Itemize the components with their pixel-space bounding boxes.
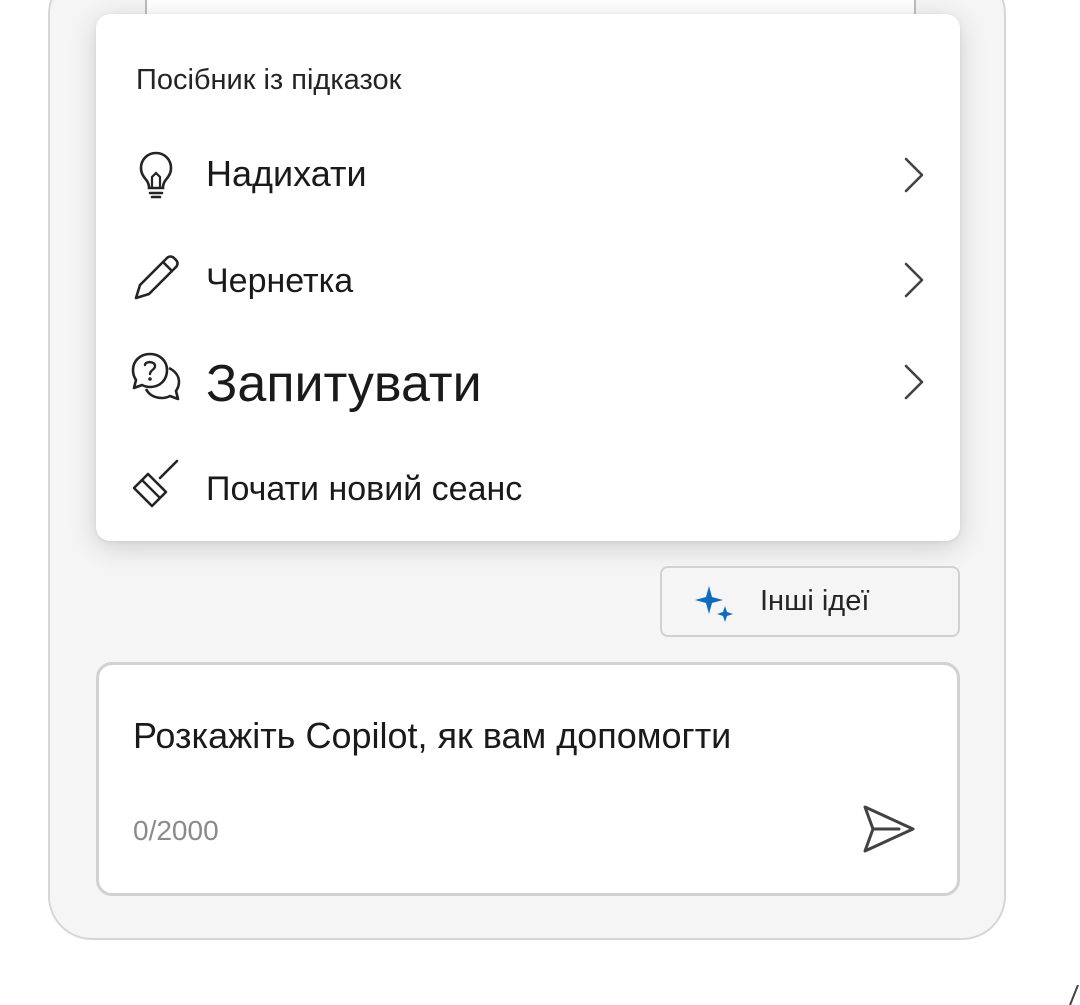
menu-item-inspire[interactable]: Надихати bbox=[96, 129, 960, 219]
menu-item-new-session[interactable]: Почати новий сеанс bbox=[96, 442, 960, 532]
pencil-icon bbox=[134, 255, 179, 300]
prompt-guide-menu: Посібник із підказок Надихати Чернетка З… bbox=[96, 14, 960, 541]
menu-item-ask[interactable]: Запитувати bbox=[96, 336, 960, 426]
chevron-right-icon bbox=[904, 364, 924, 400]
chevron-right-icon bbox=[904, 157, 924, 193]
character-counter: 0/2000 bbox=[133, 815, 219, 846]
more-ideas-button[interactable]: Інші ідеї bbox=[660, 566, 960, 637]
sparkle-icon bbox=[695, 586, 733, 622]
chevron-right-icon bbox=[904, 262, 924, 298]
broom-icon bbox=[132, 459, 179, 508]
menu-item-label: Чернетка bbox=[206, 262, 354, 300]
lightbulb-icon bbox=[139, 151, 173, 199]
menu-item-label: Надихати bbox=[206, 153, 367, 194]
menu-item-label: Почати новий сеанс bbox=[206, 470, 523, 508]
more-ideas-label: Інші ідеї bbox=[760, 585, 870, 617]
send-icon[interactable] bbox=[859, 801, 919, 857]
chat-composer[interactable]: Розкажіть Copilot, як вам допомогти 0/20… bbox=[96, 662, 960, 896]
question-chat-icon bbox=[131, 352, 181, 401]
menu-title: Посібник із підказок bbox=[136, 64, 402, 96]
prompt-input-placeholder[interactable]: Розкажіть Copilot, як вам допомогти bbox=[133, 715, 731, 757]
menu-item-label: Запитувати bbox=[206, 355, 482, 413]
corner-fragment bbox=[1069, 985, 1079, 1005]
menu-item-draft[interactable]: Чернетка bbox=[96, 234, 960, 324]
